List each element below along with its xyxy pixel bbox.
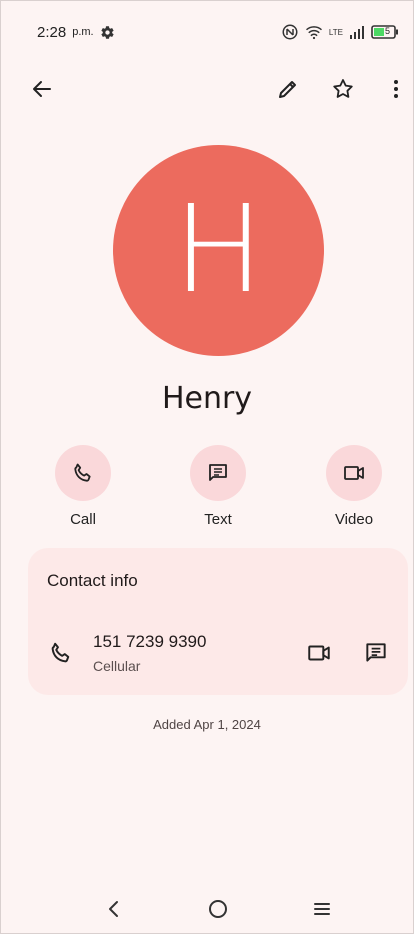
home-circle-icon — [207, 898, 229, 920]
status-ampm: p.m. — [72, 26, 94, 38]
contact-info-card: Contact info 151 7239 9390 Cellular — [28, 548, 408, 695]
call-action[interactable]: Call — [38, 445, 128, 528]
status-right: LTE 5 — [281, 23, 399, 41]
wifi-icon — [305, 24, 323, 40]
battery-level: 5 — [385, 26, 391, 36]
signal-icon — [349, 25, 365, 39]
network-type: LTE — [328, 27, 343, 37]
navigation-bar — [1, 885, 413, 933]
text-label: Text — [204, 511, 232, 528]
video-label: Video — [334, 511, 374, 528]
avatar-initial: H — [173, 181, 264, 320]
app-bar — [1, 67, 413, 111]
nav-home-button[interactable] — [202, 893, 234, 925]
video-call-button[interactable] — [306, 640, 332, 666]
nfc-icon — [281, 23, 299, 41]
chevron-left-icon — [104, 899, 124, 919]
phone-icon — [48, 640, 74, 666]
message-icon — [363, 640, 389, 666]
pencil-icon — [276, 77, 300, 101]
phone-type: Cellular — [93, 658, 141, 674]
back-button[interactable] — [26, 73, 58, 105]
text-action[interactable]: Text — [173, 445, 263, 528]
text-button[interactable] — [190, 445, 246, 501]
contact-info-title: Contact info — [47, 571, 138, 590]
added-date: Added Apr 1, 2024 — [153, 717, 261, 732]
phone-icon — [71, 461, 95, 485]
more-options-button[interactable] — [380, 73, 412, 105]
edit-button[interactable] — [272, 73, 304, 105]
phone-number[interactable]: 151 7239 9390 — [93, 632, 206, 652]
nav-back-button[interactable] — [98, 893, 130, 925]
menu-icon — [312, 899, 332, 919]
contact-avatar: H — [113, 145, 324, 356]
videocam-icon — [342, 461, 366, 485]
status-left: 2:28 p.m. — [37, 24, 115, 41]
call-button[interactable] — [55, 445, 111, 501]
nav-recents-button[interactable] — [306, 893, 338, 925]
status-time: 2:28 — [37, 23, 67, 41]
video-action[interactable]: Video — [309, 445, 399, 528]
videocam-icon — [306, 640, 332, 666]
video-button[interactable] — [326, 445, 382, 501]
star-outline-icon — [331, 77, 355, 101]
status-bar: 2:28 p.m. LTE 5 — [1, 1, 413, 63]
contact-name: Henry — [161, 381, 253, 416]
gear-icon — [100, 25, 115, 40]
battery-icon: 5 — [371, 25, 399, 39]
call-label: Call — [70, 511, 96, 528]
more-vert-icon — [384, 77, 408, 101]
message-icon — [206, 461, 230, 485]
arrow-left-icon — [30, 77, 54, 101]
message-button[interactable] — [363, 640, 389, 666]
favorite-button[interactable] — [327, 73, 359, 105]
